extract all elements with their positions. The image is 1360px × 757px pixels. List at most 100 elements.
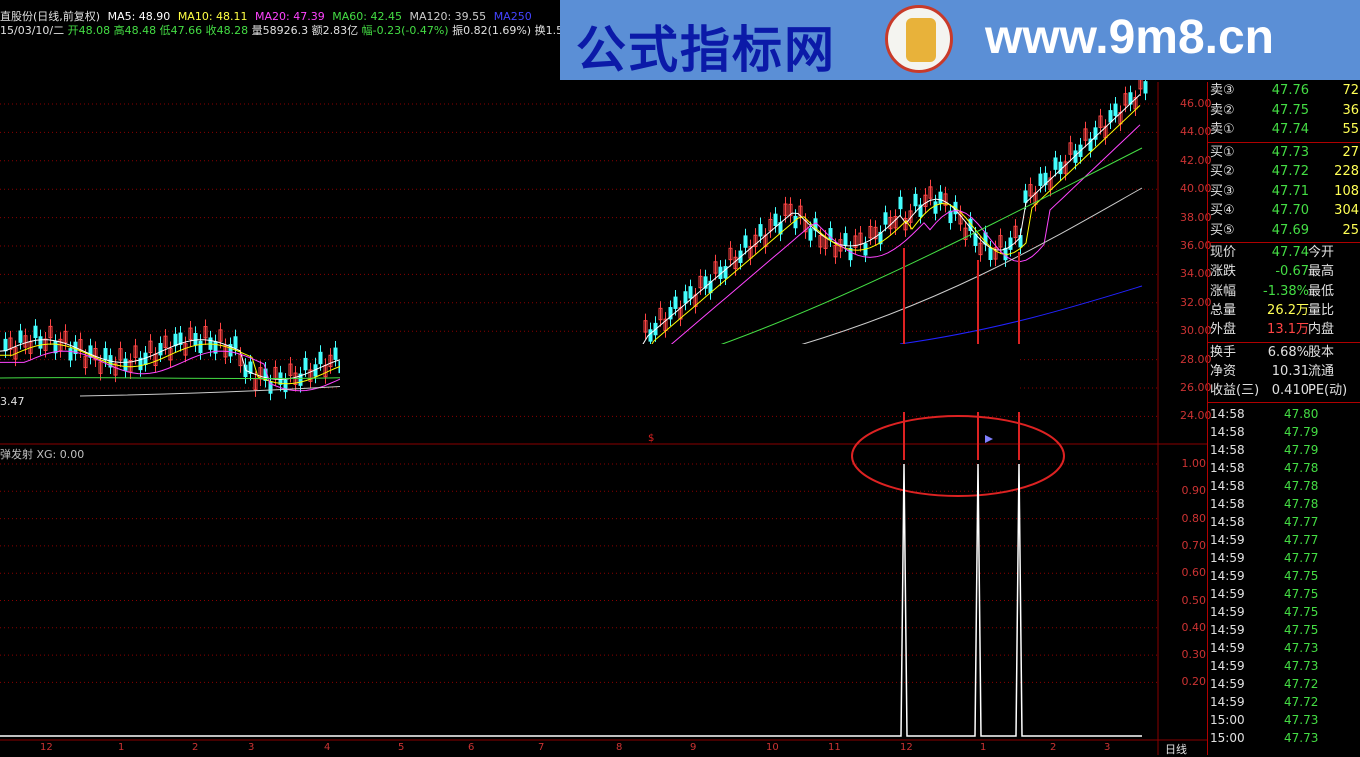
bid-row[interactable]: 买④ 47.70 304 — [1208, 202, 1360, 220]
candle-body — [948, 210, 953, 224]
tick-time: 14:59 — [1210, 641, 1245, 656]
date-axis-label: 2 — [1050, 742, 1057, 753]
stat-row: 换手 6.68% 股本 — [1208, 344, 1360, 362]
quote-price: 47.70 — [1271, 203, 1309, 218]
stat-label-2: 股本 — [1308, 344, 1335, 360]
stat-label: 总量 — [1210, 302, 1237, 318]
quote-price: 47.73 — [1271, 144, 1309, 160]
stat-row: 外盘 13.1万 内盘 — [1208, 321, 1360, 339]
candle-body — [773, 213, 778, 227]
amount-value: 额2.83亿 — [311, 24, 359, 37]
tick-row: 14:58 47.78 — [1208, 459, 1360, 477]
stat-value: 13.1万 — [1267, 322, 1309, 338]
stat-row: 涨幅 -1.38% 最低 — [1208, 283, 1360, 301]
candle-body — [283, 379, 288, 393]
tick-time: 14:58 — [1210, 443, 1245, 458]
ask-row[interactable]: 卖① 47.74 55 — [1208, 121, 1360, 139]
bid-row[interactable]: 买⑤ 47.69 25 — [1208, 222, 1360, 240]
banner-url: www.9m8.cn — [985, 11, 1274, 64]
bid-row[interactable]: 买② 47.72 228 — [1208, 163, 1360, 181]
ask-row[interactable]: 卖② 47.75 36 — [1208, 102, 1360, 120]
tick-time: 14:59 — [1210, 659, 1245, 674]
price-axis-label: 32.00 — [1180, 295, 1212, 309]
price-axis-label: 42.00 — [1180, 153, 1212, 167]
date-axis-label: 11 — [828, 742, 841, 753]
tick-price: 47.75 — [1284, 605, 1319, 620]
indicator-axis-label: 0.70 — [1181, 538, 1207, 552]
tick-time: 14:59 — [1210, 569, 1245, 584]
tick-row: 14:58 47.80 — [1208, 405, 1360, 423]
candle-body — [1008, 237, 1013, 250]
tick-row: 14:58 47.77 — [1208, 513, 1360, 531]
candle-body — [673, 296, 678, 309]
ask-row[interactable]: 卖③ 47.76 72 — [1208, 82, 1360, 100]
bid-row[interactable]: 买③ 47.71 108 — [1208, 183, 1360, 201]
stat-label: 涨跌 — [1210, 264, 1237, 280]
stat-value: 0.410 — [1271, 383, 1309, 399]
indicator-axis-label: 0.30 — [1181, 648, 1207, 662]
watermark-banner: 公式指标网 www.9m8.cn — [560, 0, 1360, 80]
ohlc-bar: 15/03/10/二 开48.08 高48.48 低47.66 收48.28 量… — [0, 24, 563, 38]
tick-row: 14:59 47.75 — [1208, 621, 1360, 639]
tick-price: 47.73 — [1284, 731, 1319, 746]
info-bar: 直股份(日线,前复权) MA5: 48.90 MA10: 48.11 MA20:… — [0, 10, 536, 24]
change-value: 幅-0.23(-0.47%) — [361, 24, 449, 37]
stat-row: 涨跌 -0.67 最高 — [1208, 263, 1360, 281]
tick-time: 14:59 — [1210, 677, 1245, 692]
stat-label-2: 最高 — [1308, 264, 1335, 280]
tick-time: 14:58 — [1210, 515, 1245, 530]
tick-time: 14:59 — [1210, 605, 1245, 620]
candle-body — [808, 228, 813, 241]
candle-body — [883, 212, 888, 225]
tick-price: 47.75 — [1284, 623, 1319, 638]
date-axis-label: 3 — [248, 742, 255, 753]
date-axis-label: 12 — [40, 742, 53, 753]
divider — [1208, 341, 1360, 343]
date-axis-label: 12 — [900, 742, 913, 753]
candle-body — [938, 191, 943, 205]
price-axis-label: 36.00 — [1180, 239, 1212, 252]
candle-body — [103, 348, 108, 361]
ma10-value: MA10: 48.11 — [177, 10, 248, 23]
quote-label: 买④ — [1210, 203, 1235, 218]
turnover-value: 换1.5 — [534, 24, 564, 37]
stat-label-2: 内盘 — [1308, 322, 1335, 338]
candle-body — [688, 286, 693, 299]
tick-row: 14:59 47.73 — [1208, 657, 1360, 675]
bid-row[interactable]: 买① 47.73 27 — [1208, 144, 1360, 162]
ma120-value: MA120: 39.55 — [409, 10, 487, 23]
indicator-label: 弹发射 XG: 0.00 — [0, 446, 84, 462]
price-axis-label: 24.00 — [1180, 409, 1212, 423]
candle-body — [318, 351, 323, 365]
tick-time: 14:58 — [1210, 425, 1245, 440]
tick-row: 14:59 47.75 — [1208, 603, 1360, 621]
ma250-value: MA250 — [493, 10, 532, 23]
quote-volume: 25 — [1342, 222, 1359, 238]
stat-value: -1.38% — [1263, 283, 1309, 299]
tick-price: 47.77 — [1284, 533, 1319, 548]
quote-volume: 27 — [1342, 144, 1359, 160]
site-logo-icon — [885, 5, 953, 73]
tick-row: 15:00 47.73 — [1208, 729, 1360, 747]
price-axis-label: 34.00 — [1180, 267, 1212, 281]
low-price-marker: 3.47 — [0, 395, 25, 408]
candle-body — [158, 342, 163, 356]
candle-body — [333, 347, 338, 360]
candle-body — [1053, 157, 1058, 170]
tick-price: 47.79 — [1284, 425, 1319, 440]
tick-price: 47.79 — [1284, 443, 1319, 458]
stat-value: 47.74 — [1271, 245, 1309, 260]
tick-time: 14:59 — [1210, 623, 1245, 638]
candle-body — [933, 201, 938, 214]
tick-time: 14:58 — [1210, 461, 1245, 476]
tick-row: 14:59 47.75 — [1208, 585, 1360, 603]
indicator-name: 弹发射 — [0, 448, 33, 461]
stat-label: 外盘 — [1210, 322, 1237, 338]
date-label: 15/03/10/二 — [0, 24, 65, 37]
stat-label-2: 流通 — [1308, 363, 1335, 379]
stat-row: 净资 10.31 流通 — [1208, 363, 1360, 381]
divider — [1208, 402, 1360, 404]
date-axis-label: 1 — [980, 742, 987, 753]
candle-body — [898, 196, 903, 210]
price-axis-label: 46.00 — [1180, 97, 1212, 110]
